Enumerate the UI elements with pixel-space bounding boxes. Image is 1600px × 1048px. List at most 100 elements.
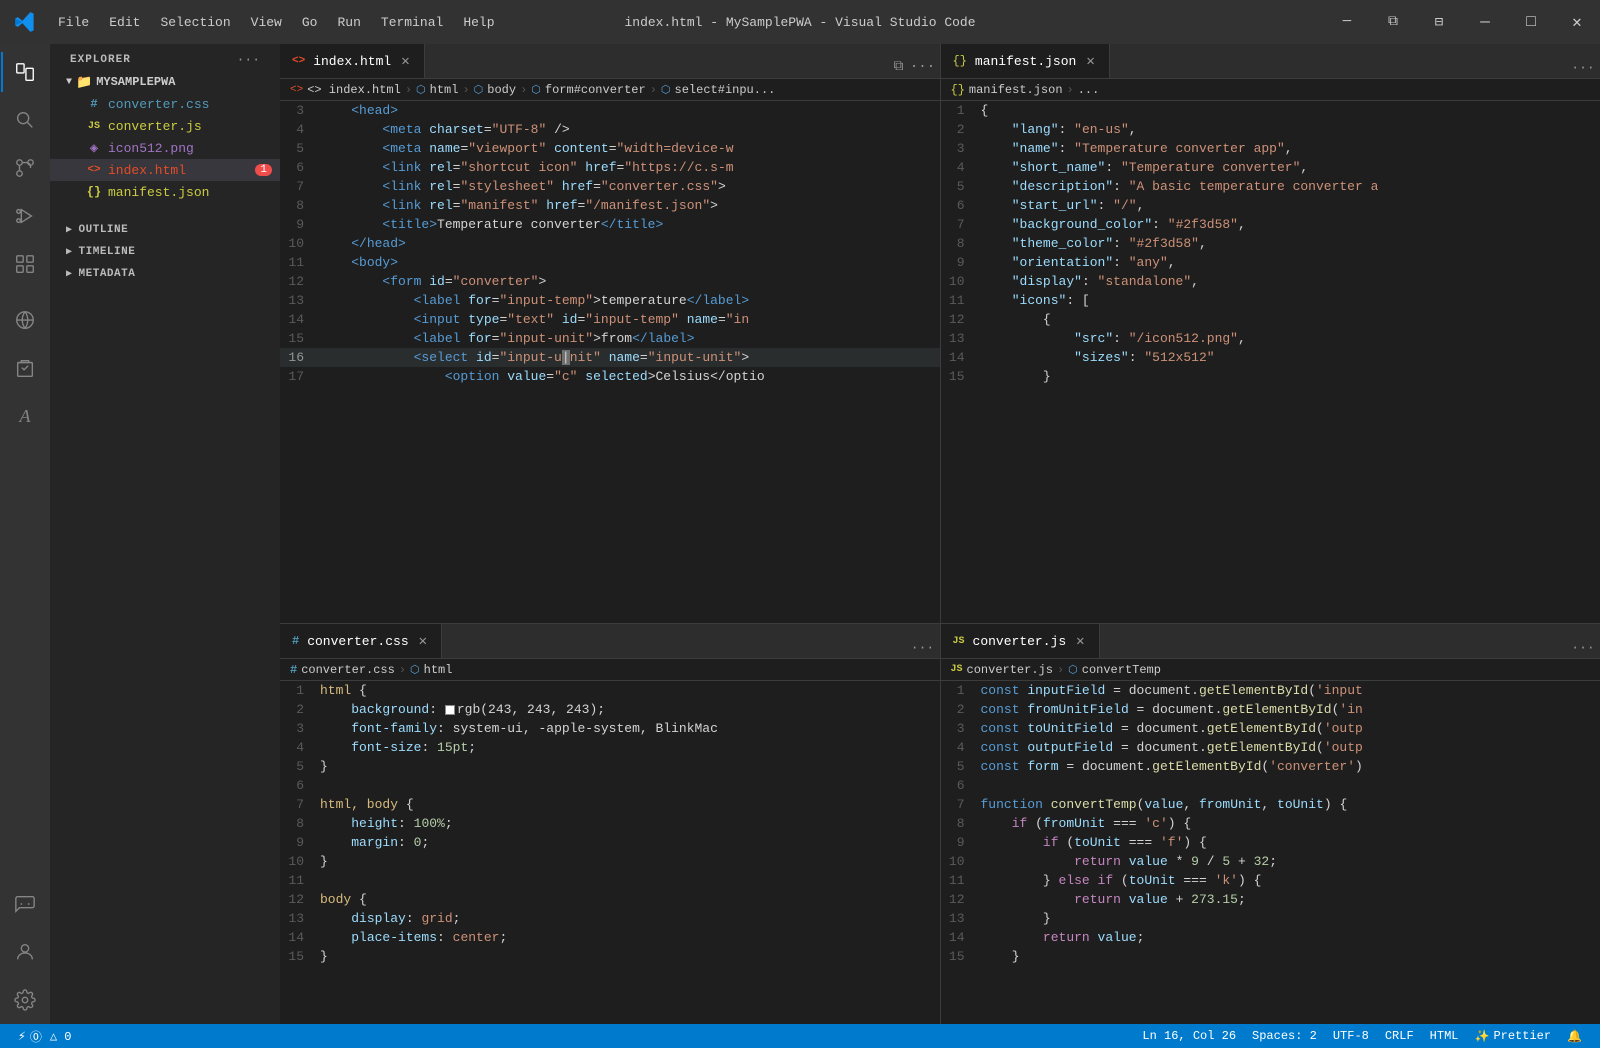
menu-run[interactable]: Run [327,0,370,44]
tab-converter-js[interactable]: JS converter.js ✕ [941,624,1100,658]
project-folder[interactable]: ▼ 📁 MYSAMPLEPWA [50,71,280,93]
line-num-10: 10 [280,236,320,251]
extensions-activity-icon[interactable] [1,240,49,288]
menu-go[interactable]: Go [292,0,328,44]
more-actions-bottom-right[interactable]: ··· [1572,636,1594,658]
status-cursor-position[interactable]: Ln 16, Col 26 [1134,1024,1244,1048]
css-line-9: 9 margin: 0; [280,833,940,852]
status-line-ending[interactable]: CRLF [1377,1024,1422,1048]
file-item-converter-js[interactable]: JS converter.js [50,115,280,137]
account-activity-icon[interactable] [1,928,49,976]
file-item-manifest-json[interactable]: {} manifest.json [50,181,280,203]
tab-actions-bottom-right: ··· [1566,636,1600,658]
split-editor-button[interactable]: ⧉ [888,56,910,78]
json-line-num-9: 9 [941,255,981,270]
debug-activity-icon[interactable] [1,192,49,240]
sidebar-menu-button[interactable]: ··· [237,52,260,67]
discord-activity-icon[interactable] [1,880,49,928]
code-line-15: 15 <label for="input-unit">from</label> [280,329,940,348]
status-errors[interactable]: ⚡ ⓪ △ 0 [10,1024,79,1048]
editor-group-converter-js: JS converter.js ✕ ··· JS converter.js › … [941,624,1600,1024]
menu-edit[interactable]: Edit [99,0,150,44]
remote-activity-icon[interactable] [1,296,49,344]
css-line-13: 13 display: grid; [280,909,940,928]
code-editor-manifest-json[interactable]: 1 { 2 "lang": "en-us", 3 "name": "Temper… [941,101,1600,623]
more-actions-button[interactable]: ··· [912,56,934,78]
breadcrumb-form[interactable]: form#converter [545,83,646,97]
file-item-converter-css[interactable]: # converter.css [50,93,280,115]
breadcrumb-js-fn[interactable]: convertTemp [1082,663,1161,677]
test-activity-icon[interactable] [1,344,49,392]
code-editor-index-html[interactable]: 3 <head> 4 <meta charset="UTF-8" /> [280,101,940,623]
breadcrumb-index-html-file[interactable]: <> index.html [307,83,401,97]
breadcrumb-body[interactable]: body [487,83,516,97]
git-activity-icon[interactable] [1,144,49,192]
menu-file[interactable]: File [48,0,99,44]
line-content-15: <label for="input-unit">from</label> [320,331,940,346]
file-item-index-html[interactable]: <> index.html 1 [50,159,280,181]
minimize-button[interactable]: ─ [1324,0,1370,44]
css-line-8: 8 height: 100%; [280,814,940,833]
tab-manifest-json[interactable]: {} manifest.json ✕ [941,44,1110,78]
tab-close-converter-css[interactable]: ✕ [417,631,429,652]
line-num-9: 9 [280,217,320,232]
code-editor-converter-css[interactable]: 1 html { 2 background: rgb(243, 243, 243… [280,681,940,1024]
metadata-section[interactable]: ▶ METADATA [50,263,280,285]
js-line-8: 8 if (fromUnit === 'c') { [941,814,1600,833]
window-close-button[interactable]: ✕ [1554,0,1600,44]
code-line-14: 14 <input type="text" id="input-temp" na… [280,310,940,329]
breadcrumb-js-fn-icon: ⬡ [1068,663,1078,677]
font-activity-icon[interactable]: A [1,392,49,440]
file-name-index-html: index.html [108,163,255,178]
breadcrumb-css-html[interactable]: html [424,663,453,677]
json-file-icon: {} [86,184,102,200]
breadcrumb-manifest-file[interactable]: manifest.json [969,83,1063,97]
code-line-7: 7 <link rel="stylesheet" href="converter… [280,177,940,196]
status-language[interactable]: HTML [1422,1024,1467,1048]
line-num-16: 16 [280,350,320,365]
split-view-button[interactable]: ⧉ [1370,0,1416,44]
more-actions-bottom-left[interactable]: ··· [912,636,934,658]
tab-close-converter-js[interactable]: ✕ [1074,631,1086,652]
prettier-text: Prettier [1493,1029,1551,1043]
menu-selection[interactable]: Selection [150,0,240,44]
status-encoding[interactable]: UTF-8 [1325,1024,1377,1048]
more-actions-top-right[interactable]: ··· [1572,56,1594,78]
breadcrumb-manifest-dots[interactable]: ... [1078,83,1100,97]
layout-button[interactable]: ⊟ [1416,0,1462,44]
tab-actions-bottom-left: ··· [906,636,940,658]
breadcrumb-css-file[interactable]: converter.css [301,663,395,677]
js-line-10: 10 return value * 9 / 5 + 32; [941,852,1600,871]
tab-close-index-html[interactable]: ✕ [399,51,411,72]
tab-close-manifest-json[interactable]: ✕ [1084,51,1096,72]
status-bell[interactable]: 🔔 [1559,1024,1590,1048]
settings-activity-icon[interactable] [1,976,49,1024]
status-prettier[interactable]: ✨ Prettier [1466,1024,1559,1048]
breadcrumb-js-file[interactable]: converter.js [967,663,1053,677]
menu-help[interactable]: Help [453,0,504,44]
css-line-1: 1 html { [280,681,940,700]
outline-section[interactable]: ▶ OUTLINE [50,219,280,241]
code-editor-converter-js[interactable]: 1 const inputField = document.getElement… [941,681,1600,1024]
window-maximize-button[interactable]: □ [1508,0,1554,44]
line-content-16: <select id="input-u|nit" name="input-uni… [320,350,940,365]
search-activity-icon[interactable] [1,96,49,144]
tab-icon-manifest-json: {} [953,54,967,68]
css-file-icon: # [86,96,102,112]
js-line-2: 2 const fromUnitField = document.getElem… [941,700,1600,719]
explorer-activity-icon[interactable] [1,48,49,96]
file-item-icon-png[interactable]: ◈ icon512.png [50,137,280,159]
tab-converter-css[interactable]: # converter.css ✕ [280,624,442,658]
breadcrumb-select[interactable]: select#inpu... [675,83,776,97]
timeline-section[interactable]: ▶ TIMELINE [50,241,280,263]
json-line-5: 5 "description": "A basic temperature co… [941,177,1600,196]
status-spaces[interactable]: Spaces: 2 [1244,1024,1325,1048]
breadcrumb-html[interactable]: html [430,83,459,97]
file-name-converter-js: converter.js [108,119,202,134]
tab-index-html[interactable]: <> index.html ✕ [280,44,425,78]
window-minimize-button[interactable]: — [1462,0,1508,44]
editor-area: <> index.html ✕ manifest.json ⧉ ··· <> <… [280,44,1600,1024]
sidebar-header: EXPLORER [70,54,237,66]
menu-view[interactable]: View [241,0,292,44]
menu-terminal[interactable]: Terminal [371,0,453,44]
